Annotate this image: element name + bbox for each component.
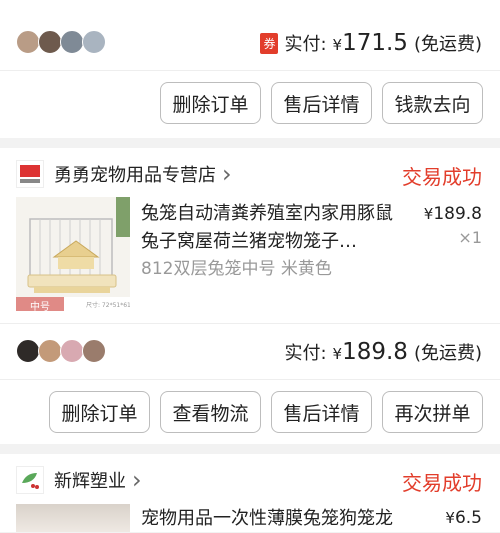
paid-label: 实付: [284, 343, 327, 364]
product-thumbnail[interactable] [16, 504, 130, 532]
avatar [60, 30, 84, 54]
group-buy-again-button[interactable]: 再次拼单 [382, 391, 483, 433]
order-card-1[interactable]: 券 实付: ¥171.5 (免运费) 删除订单 售后详情 钱款去向 [0, 0, 500, 138]
product-variant: 812双层兔笼中号 米黄色 [141, 259, 332, 279]
avatar [16, 339, 40, 363]
product-title[interactable]: 宠物用品一次性薄膜兔笼狗笼龙 [141, 505, 411, 533]
delete-order-button[interactable]: 删除订单 [49, 391, 150, 433]
item-quantity: ×1 [458, 228, 482, 247]
after-sales-button[interactable]: 售后详情 [271, 391, 372, 433]
currency-symbol: ¥ [445, 509, 455, 527]
thumb-size-tag: 中号 [30, 302, 50, 311]
group-avatars [16, 30, 126, 56]
shop-logo [16, 160, 44, 188]
order-status: 交易成功 [402, 471, 482, 495]
currency-symbol: ¥ [423, 205, 434, 223]
leaf-logo-icon [22, 473, 39, 489]
product-title[interactable]: 兔笼自动清粪养殖室内家用豚鼠兔子窝屋荷兰猪宠物笼子… [141, 200, 397, 256]
avatar [82, 339, 106, 363]
view-logistics-button[interactable]: 查看物流 [160, 391, 261, 433]
divider [0, 323, 500, 324]
avatar [38, 30, 62, 54]
order-status: 交易成功 [402, 165, 482, 189]
shipping-note: (免运费) [413, 343, 482, 364]
item-price-value: 6.5 [454, 508, 482, 528]
paid-summary: 实付: ¥189.8 (免运费) [284, 337, 482, 367]
chevron-right-icon[interactable]: › [132, 468, 142, 492]
divider [0, 379, 500, 380]
item-price: ¥6.5 [445, 508, 482, 528]
product-thumbnail[interactable]: 尺寸: 72*51*61cm 中号 [16, 197, 130, 311]
chevron-right-icon[interactable]: › [222, 162, 232, 186]
avatar [38, 339, 62, 363]
shipping-note: (免运费) [413, 34, 482, 55]
refund-trace-button[interactable]: 钱款去向 [382, 82, 483, 124]
order-card-2[interactable]: 勇勇宠物用品专营店 › 交易成功 尺寸: 72*51*61cm 中号 兔笼自动清… [0, 148, 500, 444]
shop-name[interactable]: 勇勇宠物用品专营店 [54, 161, 216, 187]
paid-label: 实付: [284, 34, 327, 55]
item-price-value: 189.8 [433, 204, 482, 224]
paid-amount: 171.5 [342, 30, 408, 56]
group-avatars [16, 339, 126, 365]
svg-text:尺寸: 72*51*61cm: 尺寸: 72*51*61cm [86, 301, 130, 309]
shop-logo [16, 466, 44, 494]
shop-header[interactable]: 新辉塑业 › [54, 466, 142, 494]
divider [0, 70, 500, 71]
shop-header[interactable]: 勇勇宠物用品专营店 › [54, 160, 232, 188]
after-sales-button[interactable]: 售后详情 [271, 82, 372, 124]
delete-order-button[interactable]: 删除订单 [160, 82, 261, 124]
item-price: ¥189.8 [424, 204, 482, 224]
rabbit-cage-image: 尺寸: 72*51*61cm [16, 197, 130, 311]
currency-symbol: ¥ [332, 345, 343, 363]
avatar [16, 30, 40, 54]
avatar [60, 339, 84, 363]
avatar [82, 30, 106, 54]
shop-name[interactable]: 新辉塑业 [54, 467, 126, 493]
coupon-badge: 券 [260, 32, 279, 54]
currency-symbol: ¥ [332, 36, 343, 54]
paid-amount: 189.8 [342, 339, 408, 365]
order-card-3[interactable]: 新辉塑业 › 交易成功 宠物用品一次性薄膜兔笼狗笼龙 ¥6.5 [0, 454, 500, 532]
paid-summary: 券 实付: ¥171.5 (免运费) [260, 28, 482, 58]
